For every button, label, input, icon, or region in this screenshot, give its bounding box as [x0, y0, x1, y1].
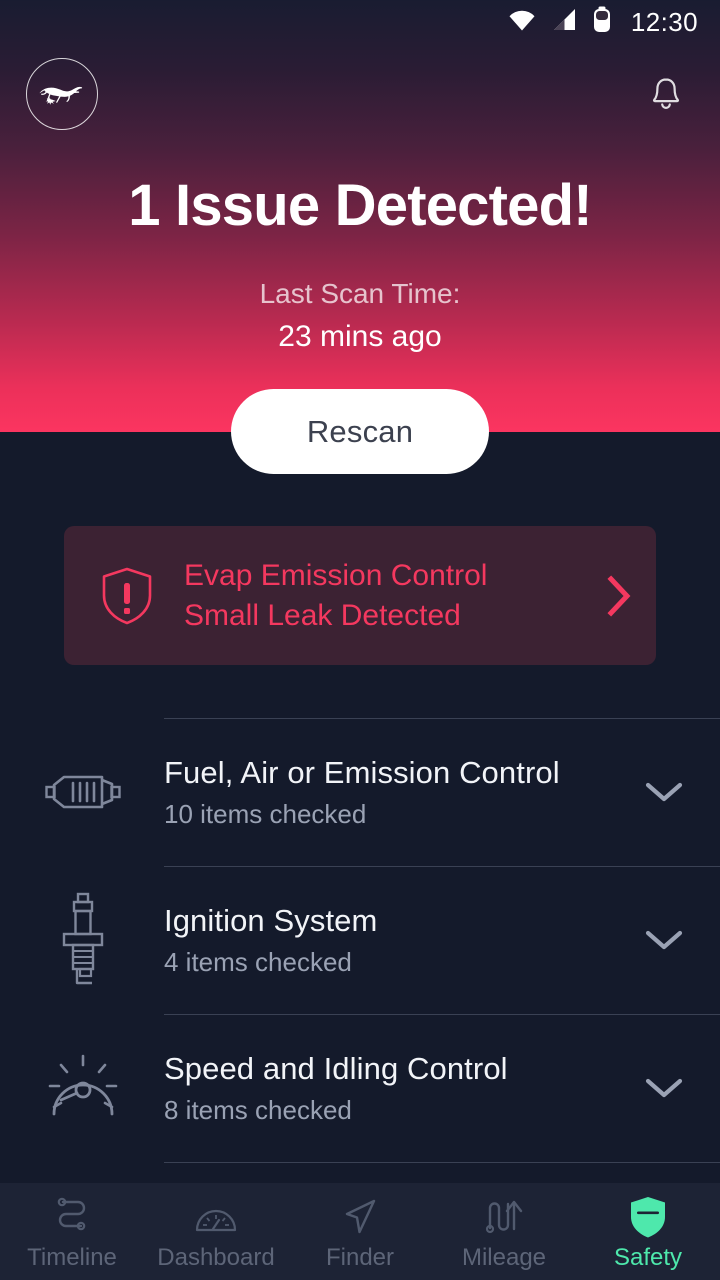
- tab-dashboard[interactable]: Dashboard: [144, 1183, 288, 1280]
- tab-safety[interactable]: Safety: [576, 1183, 720, 1280]
- alert-line-2: Small Leak Detected: [184, 598, 461, 632]
- tab-label: Dashboard: [157, 1244, 275, 1271]
- shield-icon: [626, 1194, 670, 1240]
- chevron-down-icon[interactable]: [642, 927, 686, 953]
- row-divider: [164, 718, 720, 719]
- system-row-body: Fuel, Air or Emission Control 10 items c…: [164, 753, 642, 832]
- gauge-icon: [42, 1052, 124, 1124]
- tab-label: Timeline: [27, 1244, 117, 1271]
- tab-label: Safety: [613, 1244, 683, 1271]
- issue-alert-card[interactable]: Evap Emission Control Small Leak Detecte…: [64, 526, 656, 665]
- road-arrow-icon: [480, 1194, 528, 1240]
- wifi-icon: [507, 8, 537, 37]
- chevron-down-icon[interactable]: [642, 1075, 686, 1101]
- route-icon: [50, 1194, 94, 1240]
- system-subtitle: 4 items checked: [164, 946, 352, 977]
- gauge-icon: [192, 1194, 240, 1240]
- bell-icon: [652, 78, 680, 110]
- system-title: Ignition System: [164, 902, 378, 938]
- system-row-body: Speed and Idling Control 8 items checked: [164, 1049, 642, 1128]
- status-bar: 12:30: [0, 0, 720, 44]
- tab-label: Finder: [325, 1244, 395, 1271]
- tab-mileage[interactable]: Mileage: [432, 1183, 576, 1280]
- status-bar-time: 12:30: [630, 6, 698, 37]
- system-title: Speed and Idling Control: [164, 1050, 508, 1086]
- row-divider: [164, 1014, 720, 1015]
- system-row-ignition[interactable]: Ignition System 4 items checked: [0, 866, 720, 1014]
- row-divider: [164, 866, 720, 867]
- alert-line-1: Evap Emission Control: [184, 558, 488, 592]
- pony-glyph: [39, 86, 83, 105]
- alert-text: Evap Emission Control Small Leak Detecte…: [184, 556, 604, 636]
- system-title: Fuel, Air or Emission Control: [164, 754, 560, 790]
- system-row-speed-idling[interactable]: Speed and Idling Control 8 items checked: [0, 1014, 720, 1162]
- system-row-fuel-air-emission[interactable]: Fuel, Air or Emission Control 10 items c…: [0, 718, 720, 866]
- last-scan-label: Last Scan Time:: [259, 278, 461, 309]
- system-subtitle: 10 items checked: [164, 798, 367, 829]
- system-list: Fuel, Air or Emission Control 10 items c…: [0, 718, 720, 1182]
- navigation-icon: [338, 1194, 382, 1240]
- battery-icon: [593, 6, 611, 38]
- last-scan-value: 23 mins ago: [278, 320, 442, 353]
- muffler-icon: [42, 766, 124, 818]
- spark-plug-icon: [42, 890, 124, 990]
- notifications-button[interactable]: [644, 72, 688, 116]
- tab-finder[interactable]: Finder: [288, 1183, 432, 1280]
- hero-banner: 12:30 1 Issue Detected! Last Scan Time: …: [0, 0, 720, 432]
- tab-label: Mileage: [461, 1244, 547, 1271]
- cell-signal-icon: [551, 8, 579, 37]
- system-subtitle: 8 items checked: [164, 1094, 352, 1125]
- row-divider: [164, 1162, 720, 1163]
- system-row-next-partial[interactable]: [0, 1162, 720, 1182]
- mustang-pony-logo[interactable]: [26, 58, 98, 130]
- bottom-navigation: Timeline Dashboard Finder Mileage Safety: [0, 1183, 720, 1280]
- rescan-button[interactable]: Rescan: [231, 389, 489, 474]
- page-title: 1 Issue Detected!: [128, 173, 592, 238]
- chevron-down-icon[interactable]: [642, 779, 686, 805]
- chevron-right-icon[interactable]: [604, 573, 634, 619]
- system-row-body: Ignition System 4 items checked: [164, 901, 642, 980]
- app-root: 12:30 1 Issue Detected! Last Scan Time: …: [0, 0, 720, 1280]
- tab-timeline[interactable]: Timeline: [0, 1183, 144, 1280]
- shield-alert-icon: [98, 565, 156, 627]
